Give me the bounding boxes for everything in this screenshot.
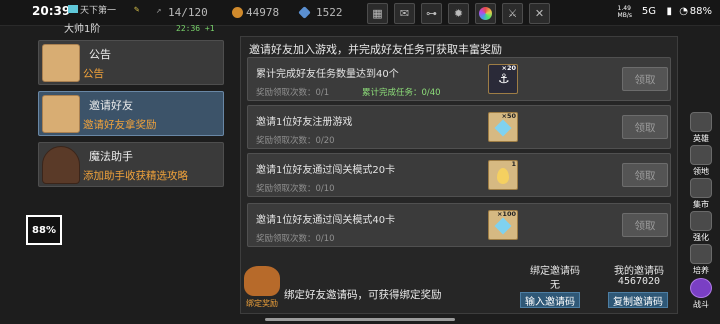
copy-code-button[interactable]: 复制邀请码 — [608, 292, 668, 308]
claim-button[interactable]: 领取 — [622, 67, 668, 91]
task-progress: 奖励领取次数：0/1 — [256, 88, 330, 98]
network-speed: 1.49 MB/s — [617, 5, 632, 19]
top-resource-bar: 20:39 天下第一 ✎ ↗ 14/120 44978 1522 ▦ ✉ ⊶ ✹… — [0, 0, 720, 26]
mail-icon[interactable]: ✉ — [394, 3, 415, 24]
sidebar-item-title: 邀请好友 — [89, 99, 133, 112]
claim-button[interactable]: 领取 — [622, 213, 668, 237]
wizard-hat-icon — [42, 146, 80, 184]
reward-count: ×50 — [501, 112, 517, 120]
panel-header: 邀请好友加入游戏，并完成好友任务可获取丰富奖励 — [249, 43, 502, 56]
percent-overlay-badge[interactable]: 88% — [26, 215, 62, 245]
nav-label: 领地 — [693, 167, 709, 176]
nav-label: 英雄 — [693, 134, 709, 143]
my-code-value: 4567020 — [617, 276, 661, 287]
shop-icon[interactable]: ▦ — [367, 3, 388, 24]
tools-icon[interactable]: ✕ — [529, 3, 550, 24]
sword-icon[interactable]: ⚔ — [502, 3, 523, 24]
wifi-icon: ◔ — [679, 6, 688, 17]
invite-code-footer: 绑定奖励 绑定好友邀请码，可获得绑定奖励 绑定邀请码 无 输入邀请码 我的邀请码… — [244, 262, 676, 312]
settings-icon[interactable]: ✹ — [448, 3, 469, 24]
clock: 20:39 — [32, 4, 71, 18]
gold-value: 44978 — [246, 6, 280, 19]
input-code-button[interactable]: 输入邀请码 — [520, 292, 580, 308]
claim-button[interactable]: 领取 — [622, 115, 668, 139]
reward-count: ×100 — [496, 210, 516, 218]
task-progress: 奖励领取次数：0/10 — [256, 234, 335, 244]
task-progress: 奖励领取次数：0/10 — [256, 184, 335, 194]
diamond-icon — [494, 217, 512, 235]
bind-reward-icon[interactable] — [244, 266, 280, 296]
task-title: 邀请1位好友通过闯关模式40卡 — [256, 215, 396, 226]
reward-item[interactable]: ×20 ⚓ — [488, 64, 518, 94]
network-type: 5G — [641, 6, 656, 17]
sidebar-item-magic-assistant[interactable]: 魔法助手 添加助手收获精选攻略 — [38, 142, 224, 187]
sidebar-item-subtitle: 邀请好友拿奖励 — [83, 119, 157, 131]
task-title: 邀请1位好友通过闯关模式20卡 — [256, 165, 396, 176]
bound-code-value: 无 — [550, 280, 560, 291]
diamond-icon — [494, 119, 512, 137]
task-progress: 奖励领取次数：0/20 — [256, 136, 335, 146]
market-icon — [690, 178, 712, 198]
nav-label: 强化 — [693, 233, 709, 242]
nav-market[interactable]: 集市 — [686, 178, 716, 212]
exp-timer: 22:36 +1 — [176, 24, 215, 33]
nav-hero[interactable]: 英雄 — [686, 112, 716, 146]
gold-coin-icon — [232, 7, 243, 18]
reward-count: 1 — [511, 160, 516, 168]
flag-icon — [68, 5, 78, 13]
nav-training[interactable]: 培养 — [686, 244, 716, 278]
task-row: 累计完成好友任务数量达到40个 奖励领取次数：0/1 累计完成任务：0/40 ×… — [247, 57, 671, 101]
territory-icon — [690, 145, 712, 165]
sidebar-item-announcement[interactable]: 公告 公告 — [38, 40, 224, 85]
nav-label: 培养 — [693, 266, 709, 275]
player-title: 天下第一 — [80, 6, 117, 16]
color-wheel-icon[interactable] — [475, 3, 496, 24]
letter-icon — [42, 95, 80, 133]
nav-battle[interactable]: 战斗 — [686, 278, 716, 312]
nav-label: 战斗 — [693, 300, 709, 309]
sidebar-item-subtitle: 公告 — [83, 68, 104, 80]
arrow-icon: ↗ — [156, 6, 162, 16]
reward-item[interactable]: ×100 — [488, 210, 518, 240]
claim-button[interactable]: 领取 — [622, 163, 668, 187]
battle-icon — [690, 278, 712, 298]
player-name: 大帅1阶 — [64, 24, 101, 35]
bound-code-label: 绑定邀请码 — [530, 266, 580, 277]
bind-reward-label: 绑定奖励 — [246, 299, 278, 308]
gem-value: 1522 — [316, 6, 343, 19]
nav-territory[interactable]: 领地 — [686, 145, 716, 179]
edit-icon[interactable]: ✎ — [134, 5, 139, 15]
nav-label: 集市 — [693, 200, 709, 209]
gem-icon — [298, 6, 311, 19]
nav-upgrade[interactable]: 强化 — [686, 211, 716, 245]
home-indicator[interactable] — [265, 318, 455, 321]
upgrade-icon — [690, 211, 712, 231]
training-icon — [690, 244, 712, 264]
letter-icon — [42, 44, 80, 82]
sidebar-item-title: 公告 — [89, 48, 111, 61]
anchor-icon: ⚓ — [498, 72, 510, 87]
reward-item[interactable]: ×50 — [488, 112, 518, 142]
task-title: 邀请1位好友注册游戏 — [256, 117, 353, 128]
my-code-label: 我的邀请码 — [614, 266, 664, 277]
bind-info-text: 绑定好友邀请码，可获得绑定奖励 — [284, 289, 442, 301]
task-row: 邀请1位好友注册游戏 奖励领取次数：0/20 ×50 领取 — [247, 105, 671, 149]
task-row: 邀请1位好友通过闯关模式20卡 奖励领取次数：0/10 1 领取 — [247, 153, 671, 197]
task-extra-progress: 累计完成任务：0/40 — [362, 88, 441, 98]
sidebar-item-subtitle: 添加助手收获精选攻略 — [83, 170, 188, 182]
egg-icon — [497, 168, 509, 184]
reward-count: ×20 — [501, 64, 517, 72]
gamepad-icon[interactable]: ⊶ — [421, 3, 442, 24]
hero-icon — [690, 112, 712, 132]
signal-icon: ▮ — [666, 6, 672, 17]
battery-level: 88% — [689, 6, 712, 17]
exp-value: 14/120 — [168, 6, 208, 19]
task-row: 邀请1位好友通过闯关模式40卡 奖励领取次数：0/10 ×100 领取 — [247, 203, 671, 247]
sidebar-item-title: 魔法助手 — [89, 150, 133, 163]
reward-item[interactable]: 1 — [488, 160, 518, 190]
sidebar-item-invite-friends[interactable]: 邀请好友 邀请好友拿奖励 — [38, 91, 224, 136]
task-title: 累计完成好友任务数量达到40个 — [256, 69, 399, 80]
